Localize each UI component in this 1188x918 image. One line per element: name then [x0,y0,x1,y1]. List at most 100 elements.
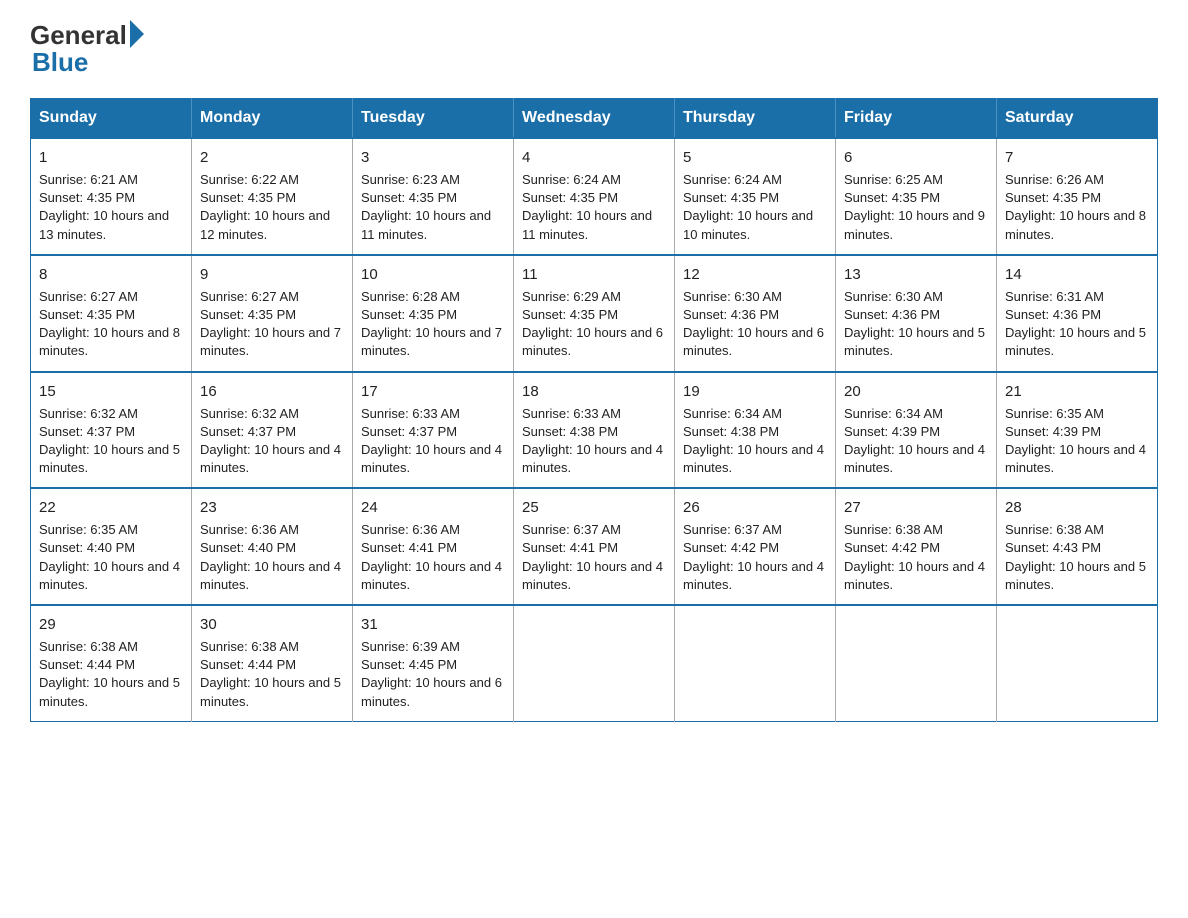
day-number: 26 [683,497,827,518]
day-number: 28 [1005,497,1149,518]
day-info: Sunrise: 6:38 AMSunset: 4:44 PMDaylight:… [39,639,180,709]
table-row: 7 Sunrise: 6:26 AMSunset: 4:35 PMDaylight… [997,138,1158,255]
table-row: 16 Sunrise: 6:32 AMSunset: 4:37 PMDayligh… [192,372,353,489]
calendar-week-row: 1 Sunrise: 6:21 AMSunset: 4:35 PMDaylight… [31,138,1158,255]
day-info: Sunrise: 6:38 AMSunset: 4:43 PMDaylight:… [1005,522,1146,592]
table-row: 17 Sunrise: 6:33 AMSunset: 4:37 PMDayligh… [353,372,514,489]
calendar-header-row: Sunday Monday Tuesday Wednesday Thursday… [31,99,1158,139]
table-row [836,605,997,721]
table-row: 6 Sunrise: 6:25 AMSunset: 4:35 PMDaylight… [836,138,997,255]
header-thursday: Thursday [675,99,836,139]
day-number: 15 [39,381,183,402]
day-info: Sunrise: 6:25 AMSunset: 4:35 PMDaylight:… [844,172,985,242]
day-info: Sunrise: 6:22 AMSunset: 4:35 PMDaylight:… [200,172,330,242]
table-row: 18 Sunrise: 6:33 AMSunset: 4:38 PMDayligh… [514,372,675,489]
table-row: 20Sunrise: 6:34 AMSunset: 4:39 PMDayligh… [836,372,997,489]
table-row: 1 Sunrise: 6:21 AMSunset: 4:35 PMDaylight… [31,138,192,255]
day-number: 14 [1005,264,1149,285]
day-number: 4 [522,147,666,168]
day-info: Sunrise: 6:29 AMSunset: 4:35 PMDaylight:… [522,289,663,359]
day-info: Sunrise: 6:31 AMSunset: 4:36 PMDaylight:… [1005,289,1146,359]
day-info: Sunrise: 6:27 AMSunset: 4:35 PMDaylight:… [39,289,180,359]
day-info: Sunrise: 6:32 AMSunset: 4:37 PMDaylight:… [200,406,341,476]
table-row: 26 Sunrise: 6:37 AMSunset: 4:42 PMDayligh… [675,488,836,605]
day-number: 29 [39,614,183,635]
day-number: 5 [683,147,827,168]
table-row: 9Sunrise: 6:27 AMSunset: 4:35 PMDaylight… [192,255,353,372]
day-info: Sunrise: 6:23 AMSunset: 4:35 PMDaylight:… [361,172,491,242]
page-header: General Blue [30,20,1158,78]
table-row: 2Sunrise: 6:22 AMSunset: 4:35 PMDaylight… [192,138,353,255]
logo: General Blue [30,20,144,78]
header-monday: Monday [192,99,353,139]
table-row: 28 Sunrise: 6:38 AMSunset: 4:43 PMDayligh… [997,488,1158,605]
day-number: 13 [844,264,988,285]
table-row: 14 Sunrise: 6:31 AMSunset: 4:36 PMDayligh… [997,255,1158,372]
table-row: 22 Sunrise: 6:35 AMSunset: 4:40 PMDayligh… [31,488,192,605]
day-number: 31 [361,614,505,635]
table-row: 12 Sunrise: 6:30 AMSunset: 4:36 PMDayligh… [675,255,836,372]
table-row: 31 Sunrise: 6:39 AMSunset: 4:45 PMDayligh… [353,605,514,721]
calendar-week-row: 22 Sunrise: 6:35 AMSunset: 4:40 PMDayligh… [31,488,1158,605]
day-number: 30 [200,614,344,635]
table-row: 30 Sunrise: 6:38 AMSunset: 4:44 PMDayligh… [192,605,353,721]
table-row: 23Sunrise: 6:36 AMSunset: 4:40 PMDayligh… [192,488,353,605]
header-tuesday: Tuesday [353,99,514,139]
day-number: 22 [39,497,183,518]
day-number: 27 [844,497,988,518]
table-row: 24 Sunrise: 6:36 AMSunset: 4:41 PMDayligh… [353,488,514,605]
day-info: Sunrise: 6:30 AMSunset: 4:36 PMDaylight:… [844,289,985,359]
table-row [675,605,836,721]
table-row: 3 Sunrise: 6:23 AMSunset: 4:35 PMDaylight… [353,138,514,255]
table-row: 29 Sunrise: 6:38 AMSunset: 4:44 PMDayligh… [31,605,192,721]
table-row: 13 Sunrise: 6:30 AMSunset: 4:36 PMDayligh… [836,255,997,372]
header-sunday: Sunday [31,99,192,139]
day-number: 17 [361,381,505,402]
day-info: Sunrise: 6:38 AMSunset: 4:44 PMDaylight:… [200,639,341,709]
day-info: Sunrise: 6:24 AMSunset: 4:35 PMDaylight:… [522,172,652,242]
day-number: 11 [522,264,666,285]
day-number: 3 [361,147,505,168]
day-info: Sunrise: 6:34 AMSunset: 4:39 PMDaylight:… [844,406,985,476]
table-row [997,605,1158,721]
day-info: Sunrise: 6:24 AMSunset: 4:35 PMDaylight:… [683,172,813,242]
day-number: 24 [361,497,505,518]
table-row: 8 Sunrise: 6:27 AMSunset: 4:35 PMDaylight… [31,255,192,372]
day-info: Sunrise: 6:39 AMSunset: 4:45 PMDaylight:… [361,639,502,709]
table-row: 27 Sunrise: 6:38 AMSunset: 4:42 PMDayligh… [836,488,997,605]
day-info: Sunrise: 6:33 AMSunset: 4:37 PMDaylight:… [361,406,502,476]
day-number: 7 [1005,147,1149,168]
table-row: 11 Sunrise: 6:29 AMSunset: 4:35 PMDayligh… [514,255,675,372]
day-info: Sunrise: 6:37 AMSunset: 4:41 PMDaylight:… [522,522,663,592]
table-row: 10Sunrise: 6:28 AMSunset: 4:35 PMDayligh… [353,255,514,372]
day-number: 8 [39,264,183,285]
day-info: Sunrise: 6:33 AMSunset: 4:38 PMDaylight:… [522,406,663,476]
day-info: Sunrise: 6:35 AMSunset: 4:40 PMDaylight:… [39,522,180,592]
day-info: Sunrise: 6:38 AMSunset: 4:42 PMDaylight:… [844,522,985,592]
day-number: 21 [1005,381,1149,402]
day-info: Sunrise: 6:30 AMSunset: 4:36 PMDaylight:… [683,289,824,359]
calendar-table: Sunday Monday Tuesday Wednesday Thursday… [30,98,1158,722]
header-wednesday: Wednesday [514,99,675,139]
day-number: 9 [200,264,344,285]
day-number: 16 [200,381,344,402]
calendar-week-row: 15 Sunrise: 6:32 AMSunset: 4:37 PMDayligh… [31,372,1158,489]
day-info: Sunrise: 6:36 AMSunset: 4:41 PMDaylight:… [361,522,502,592]
day-number: 19 [683,381,827,402]
logo-triangle-icon [130,20,144,48]
day-info: Sunrise: 6:26 AMSunset: 4:35 PMDaylight:… [1005,172,1146,242]
table-row [514,605,675,721]
table-row: 15Sunrise: 6:32 AMSunset: 4:37 PMDayligh… [31,372,192,489]
day-number: 6 [844,147,988,168]
day-info: Sunrise: 6:37 AMSunset: 4:42 PMDaylight:… [683,522,824,592]
header-saturday: Saturday [997,99,1158,139]
table-row: 4 Sunrise: 6:24 AMSunset: 4:35 PMDaylight… [514,138,675,255]
day-info: Sunrise: 6:36 AMSunset: 4:40 PMDaylight:… [200,522,341,592]
day-number: 18 [522,381,666,402]
day-number: 12 [683,264,827,285]
table-row: 5 Sunrise: 6:24 AMSunset: 4:35 PMDaylight… [675,138,836,255]
day-info: Sunrise: 6:34 AMSunset: 4:38 PMDaylight:… [683,406,824,476]
day-info: Sunrise: 6:21 AMSunset: 4:35 PMDaylight:… [39,172,169,242]
day-number: 1 [39,147,183,168]
header-friday: Friday [836,99,997,139]
